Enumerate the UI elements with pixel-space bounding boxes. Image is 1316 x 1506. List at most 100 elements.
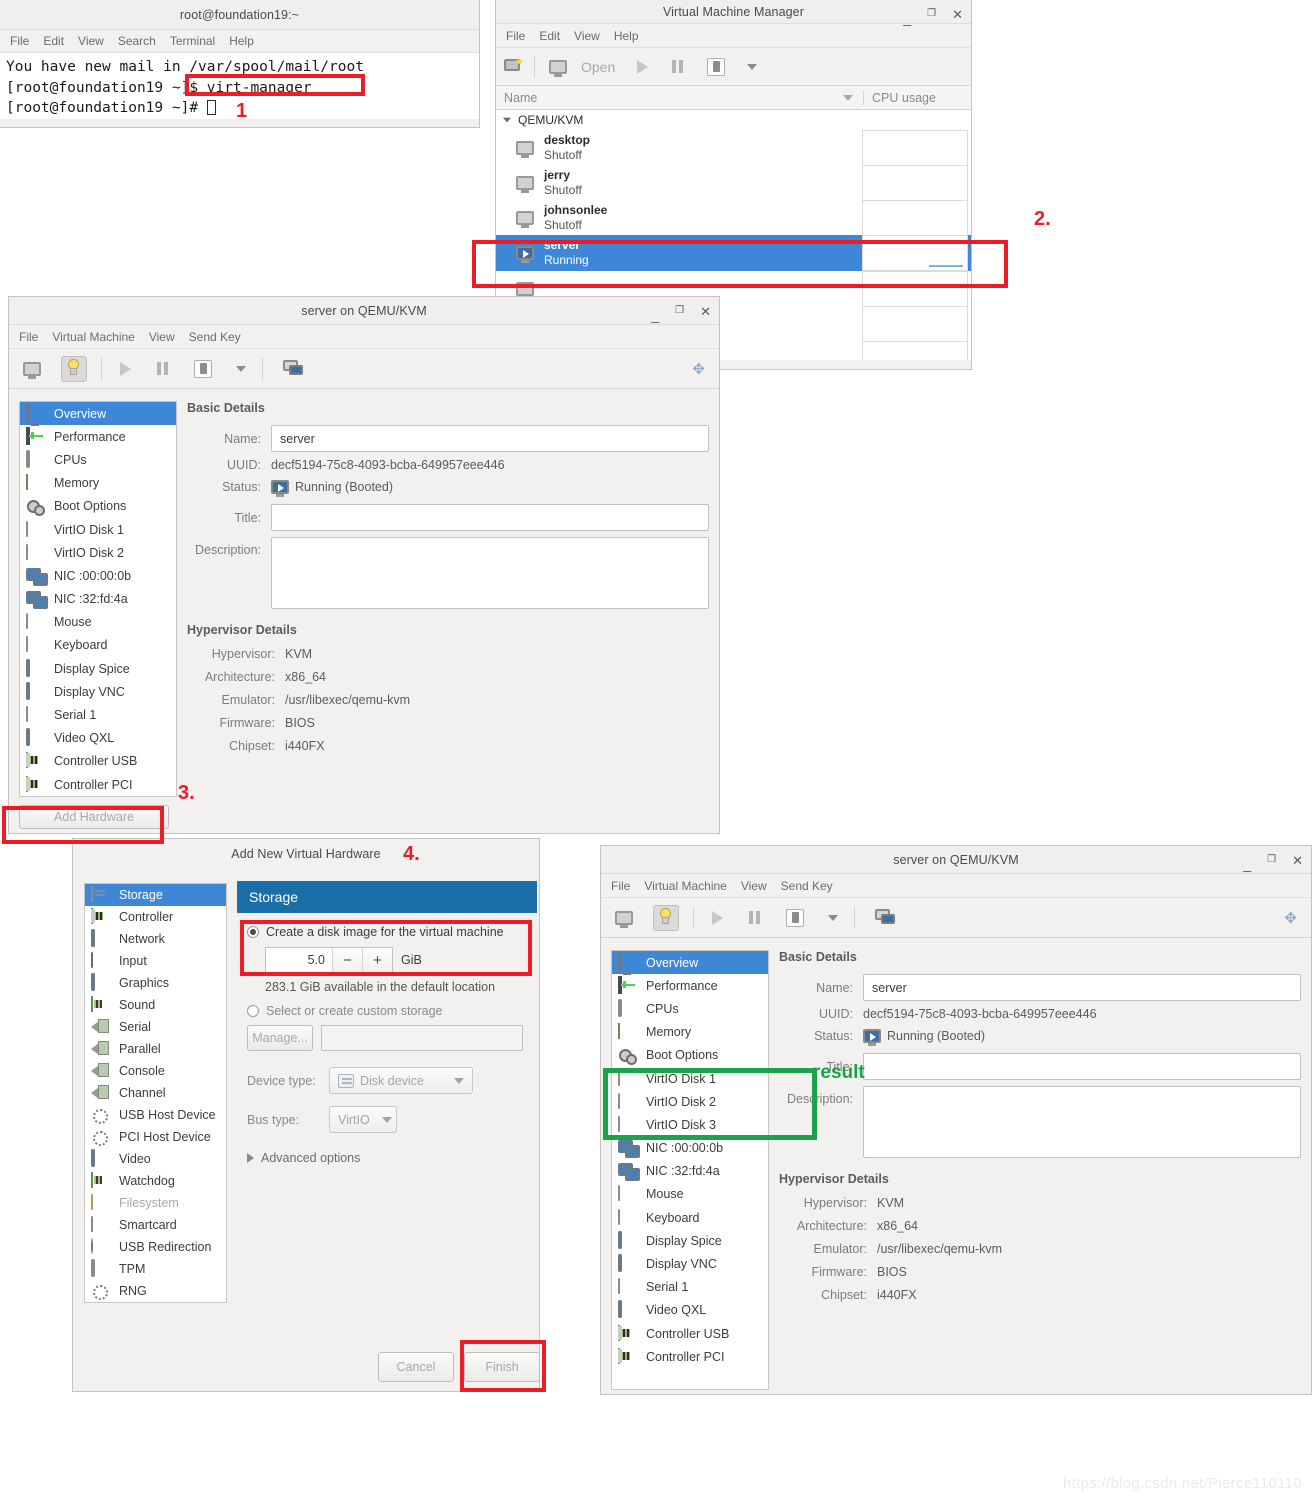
hw-item-video-qxl[interactable]: Video QXL	[20, 727, 176, 750]
hw-item-controller-usb[interactable]: Controller USB	[20, 750, 176, 773]
hw-item-controller-pci[interactable]: Controller PCI	[612, 1345, 768, 1368]
device-item-usb-host-device[interactable]: USB Host Device	[85, 1104, 226, 1126]
result-menu-send-key[interactable]: Send Key	[781, 879, 833, 893]
details-window-controls[interactable]: _ ❐ ✕	[651, 297, 711, 325]
hw-item-boot-options[interactable]: Boot Options	[20, 495, 176, 518]
description-textarea[interactable]	[271, 537, 709, 609]
hw-item-virtio-disk-2[interactable]: VirtIO Disk 2	[20, 541, 176, 564]
details-menu-file[interactable]: File	[19, 330, 38, 344]
hw-item-cpus[interactable]: CPUs	[612, 997, 768, 1020]
details-toolbar[interactable]: ✥	[9, 349, 719, 389]
column-name[interactable]: Name	[496, 91, 843, 105]
console-view-icon[interactable]	[23, 361, 41, 376]
minimize-icon[interactable]: _	[903, 11, 911, 25]
manage-button[interactable]: Manage...	[247, 1025, 313, 1051]
snapshots-icon[interactable]	[283, 360, 304, 377]
device-item-network[interactable]: Network	[85, 928, 226, 950]
add-hardware-button[interactable]: Add Hardware	[19, 805, 169, 829]
result-toolbar[interactable]: ✥	[601, 898, 1311, 938]
terminal-menu-help[interactable]: Help	[229, 34, 254, 48]
vmm-menu-help[interactable]: Help	[614, 29, 639, 43]
device-item-watchdog[interactable]: Watchdog	[85, 1170, 226, 1192]
pause-icon[interactable]	[749, 911, 760, 924]
device-item-pci-host-device[interactable]: PCI Host Device	[85, 1126, 226, 1148]
device-type-row[interactable]: Device type: Disk device	[247, 1067, 527, 1094]
shutdown-icon[interactable]	[707, 57, 726, 76]
disk-size-row[interactable]: 5.0 − + GiB	[265, 947, 527, 973]
device-item-usb-redirection[interactable]: USB Redirection	[85, 1236, 226, 1258]
expand-chevron-icon[interactable]	[503, 117, 511, 123]
details-view-icon[interactable]	[653, 904, 679, 931]
title-input[interactable]	[863, 1053, 1301, 1080]
create-disk-radio[interactable]	[247, 926, 259, 938]
vmm-menu-view[interactable]: View	[574, 29, 600, 43]
hw-item-display-vnc[interactable]: Display VNC	[612, 1252, 768, 1275]
hw-item-virtio-disk-3[interactable]: VirtIO Disk 3	[612, 1113, 768, 1136]
hw-item-keyboard[interactable]: Keyboard	[20, 634, 176, 657]
vmm-list-item[interactable]: jerry Shutoff	[496, 164, 971, 201]
minimize-icon[interactable]: _	[1243, 857, 1251, 871]
hw-item-virtio-disk-1[interactable]: VirtIO Disk 1	[20, 518, 176, 541]
vmm-column-header[interactable]: Name CPU usage	[496, 86, 971, 110]
details-menubar[interactable]: File Virtual Machine View Send Key	[9, 325, 719, 349]
add-hardware-dialog[interactable]: Add New Virtual Hardware Storage Control…	[72, 838, 540, 1392]
hw-item-controller-usb[interactable]: Controller USB	[612, 1322, 768, 1345]
create-disk-radio-row[interactable]: Create a disk image for the virtual mach…	[247, 925, 527, 939]
column-cpu-usage[interactable]: CPU usage	[863, 90, 971, 105]
chevron-down-icon[interactable]	[236, 365, 246, 372]
vmm-menu-edit[interactable]: Edit	[539, 29, 560, 43]
hw-item-display-spice[interactable]: Display Spice	[612, 1229, 768, 1252]
custom-storage-input[interactable]	[321, 1025, 523, 1051]
hw-item-serial-1[interactable]: Serial 1	[612, 1276, 768, 1299]
hw-item-memory[interactable]: Memory	[612, 1021, 768, 1044]
field-title[interactable]: Title:	[187, 504, 711, 531]
hw-item-keyboard[interactable]: Keyboard	[612, 1206, 768, 1229]
chevron-down-icon[interactable]	[828, 914, 838, 921]
field-description[interactable]: Description:	[187, 537, 711, 609]
terminal-menubar[interactable]: File Edit View Search Terminal Help	[0, 30, 479, 53]
vmm-list-item[interactable]: desktop Shutoff	[496, 129, 971, 166]
hw-item-nic-1[interactable]: NIC :32:fd:4a	[612, 1160, 768, 1183]
shutdown-icon[interactable]	[194, 359, 212, 378]
custom-storage-row[interactable]: Manage...	[247, 1025, 527, 1051]
vm-details-window[interactable]: server on QEMU/KVM _ ❐ ✕ File Virtual Ma…	[8, 296, 720, 834]
bus-type-row[interactable]: Bus type: VirtIO	[247, 1106, 527, 1133]
custom-storage-radio-row[interactable]: Select or create custom storage	[247, 1004, 527, 1018]
device-item-console[interactable]: Console	[85, 1060, 226, 1082]
device-item-tpm[interactable]: TPM	[85, 1258, 226, 1280]
vmm-menu-file[interactable]: File	[506, 29, 525, 43]
vmm-toolbar[interactable]: Open	[496, 48, 971, 86]
device-item-smartcard[interactable]: Smartcard	[85, 1214, 226, 1236]
field-description[interactable]: Description:	[779, 1086, 1303, 1158]
custom-storage-radio[interactable]	[247, 1005, 259, 1017]
device-item-sound[interactable]: Sound	[85, 994, 226, 1016]
details-menu-view[interactable]: View	[149, 330, 175, 344]
add-hardware-device-list[interactable]: Storage Controller Network Input Graphic…	[84, 883, 227, 1303]
device-item-storage[interactable]: Storage	[85, 884, 226, 906]
hw-item-nic-0[interactable]: NIC :00:00:0b	[20, 564, 176, 587]
advanced-options-toggle[interactable]: Advanced options	[247, 1151, 527, 1165]
hw-item-memory[interactable]: Memory	[20, 472, 176, 495]
hw-item-mouse[interactable]: Mouse	[612, 1183, 768, 1206]
disk-size-value[interactable]: 5.0	[266, 948, 332, 972]
vmm-list-item-server[interactable]: server Running	[496, 235, 971, 271]
result-menu-view[interactable]: View	[741, 879, 767, 893]
close-icon[interactable]: ✕	[1292, 854, 1303, 867]
snapshots-icon[interactable]	[875, 909, 896, 926]
hw-item-performance[interactable]: Performance	[20, 425, 176, 448]
pause-icon[interactable]	[672, 60, 684, 73]
vmm-menubar[interactable]: File Edit View Help	[496, 24, 971, 48]
field-name[interactable]: Name: server	[779, 974, 1303, 1001]
disk-size-increment[interactable]: +	[362, 948, 392, 972]
cancel-button[interactable]: Cancel	[378, 1352, 454, 1382]
hw-item-virtio-disk-1[interactable]: VirtIO Disk 1	[612, 1067, 768, 1090]
device-item-serial[interactable]: Serial	[85, 1016, 226, 1038]
vmm-list-item[interactable]: johnsonlee Shutoff	[496, 199, 971, 236]
hw-item-overview[interactable]: Overview	[612, 951, 768, 975]
shutdown-icon[interactable]	[786, 908, 804, 927]
details-menu-virtual-machine[interactable]: Virtual Machine	[52, 330, 135, 344]
details-hardware-list[interactable]: Overview Performance CPUs Memory Boot Op…	[19, 401, 177, 797]
disk-size-decrement[interactable]: −	[332, 948, 362, 972]
sort-chevron-icon[interactable]	[843, 94, 853, 101]
finish-button[interactable]: Finish	[464, 1352, 540, 1382]
